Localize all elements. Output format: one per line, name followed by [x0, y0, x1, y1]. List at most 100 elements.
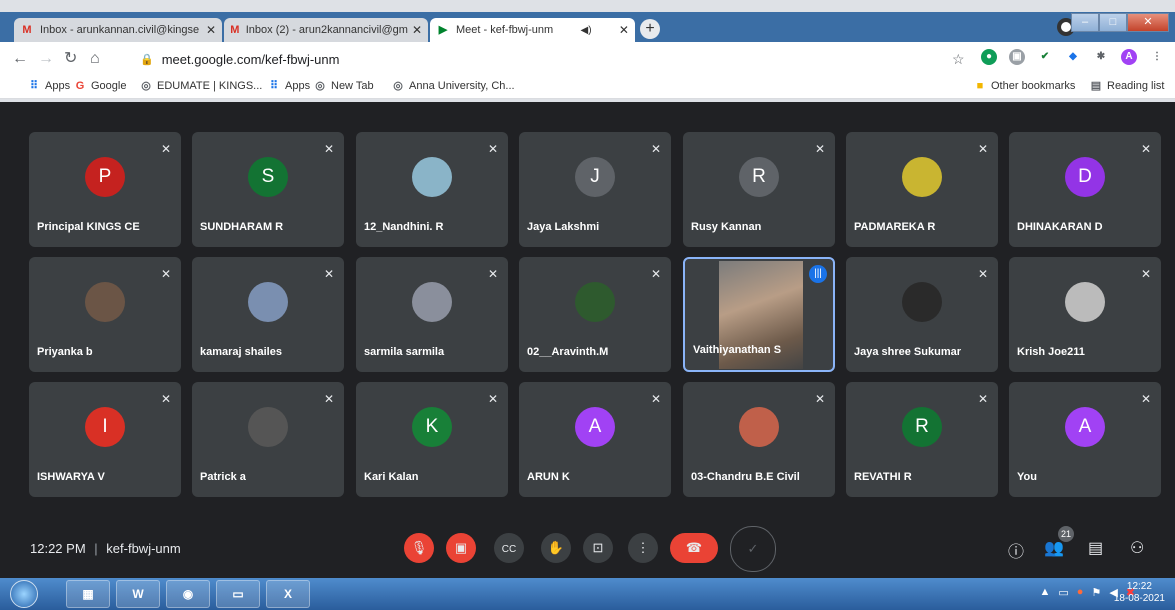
- flag-icon[interactable]: ⚑: [1091, 586, 1101, 599]
- avatar: K: [412, 407, 452, 447]
- chrome-icon: ◉: [182, 587, 194, 601]
- taskbar-clock[interactable]: 12:22 18-08-2021: [1114, 581, 1165, 605]
- audio-icon[interactable]: ◀): [577, 25, 592, 36]
- bookmark-apps[interactable]: ⠿ Apps: [28, 80, 70, 92]
- tab-meet[interactable]: ▶ Meet - kef-fbwj-unm ◀) ✕: [430, 18, 635, 42]
- participant-tile[interactable]: ✕ Krish Joe211: [1009, 257, 1161, 372]
- meet-icon: ▶: [438, 23, 448, 36]
- bookmark-new-tab[interactable]: ◎ New Tab: [314, 80, 373, 92]
- captions-button[interactable]: CC: [494, 533, 524, 563]
- puzzle-icon[interactable]: ✱: [1093, 49, 1109, 65]
- extension-icon[interactable]: ▣: [1009, 49, 1025, 65]
- participant-tile[interactable]: ✕ Jaya shree Sukumar: [846, 257, 998, 372]
- folder-icon: ▦: [82, 587, 94, 601]
- excel-taskbar-button[interactable]: X: [266, 580, 310, 608]
- participant-tile[interactable]: ✕ A ARUN K: [519, 382, 671, 497]
- bookmark-star-icon[interactable]: ☆: [952, 51, 965, 67]
- participant-tile[interactable]: ✕ 02__Aravinth.M: [519, 257, 671, 372]
- meeting-code: kef-fbwj-unm: [106, 541, 181, 556]
- participant-tile[interactable]: ✕ S SUNDHARAM R: [192, 132, 344, 247]
- participant-tile[interactable]: ✕ K Kari Kalan: [356, 382, 508, 497]
- extension-icon[interactable]: ◆: [1065, 49, 1081, 65]
- menu-icon[interactable]: ⋮: [1149, 49, 1165, 65]
- present-button[interactable]: ⊡: [583, 533, 613, 563]
- avatar: [412, 282, 452, 322]
- leave-call-button[interactable]: ☎: [670, 533, 718, 563]
- globe-icon: ◎: [141, 80, 151, 92]
- close-icon[interactable]: ✕: [615, 23, 629, 37]
- new-tab-button[interactable]: +: [640, 19, 660, 39]
- participant-tile[interactable]: ||| Vaithiyanathan S: [683, 257, 835, 372]
- participant-tile[interactable]: ✕ A You: [1009, 382, 1161, 497]
- info-icon[interactable]: ⓘ: [1008, 538, 1024, 562]
- globe-icon: ◎: [393, 80, 403, 92]
- participant-tile[interactable]: ✕ 12_Nandhini. R: [356, 132, 508, 247]
- participant-tile[interactable]: ✕ J Jaya Lakshmi: [519, 132, 671, 247]
- participant-tile[interactable]: ✕ P Principal KINGS CE: [29, 132, 181, 247]
- bookmark-apps-2[interactable]: ⠿ Apps: [268, 80, 310, 92]
- reading-list[interactable]: ▤ Reading list: [1090, 80, 1165, 92]
- antivirus-icon[interactable]: ●: [1077, 586, 1084, 599]
- participant-tile[interactable]: ✕ PADMAREKA R: [846, 132, 998, 247]
- chat-icon[interactable]: ▤: [1088, 538, 1103, 558]
- back-button[interactable]: ←: [12, 51, 28, 67]
- people-icon[interactable]: 👥: [1044, 538, 1064, 558]
- participant-tile[interactable]: ✕ 03-Chandru B.E Civil: [683, 382, 835, 497]
- chrome-taskbar-button[interactable]: ◉: [166, 580, 210, 608]
- globe-icon: ◎: [315, 80, 325, 92]
- participant-tile[interactable]: ✕ Patrick a: [192, 382, 344, 497]
- extension-icon[interactable]: ●: [981, 49, 997, 65]
- forward-button[interactable]: →: [38, 51, 54, 67]
- close-icon[interactable]: ✕: [202, 23, 216, 37]
- mic-off-icon: ✕: [1140, 392, 1151, 406]
- close-icon[interactable]: ✕: [408, 23, 422, 37]
- mic-off-icon: ✕: [650, 267, 661, 281]
- avatar[interactable]: A: [1121, 49, 1137, 65]
- participant-tile[interactable]: ✕ sarmila sarmila: [356, 257, 508, 372]
- reload-button[interactable]: ↻: [64, 51, 77, 67]
- participant-name: DHINAKARAN D: [1017, 221, 1103, 233]
- camera-toggle-button[interactable]: ▣: [446, 533, 476, 563]
- tab-inbox-kingse[interactable]: M Inbox - arunkannan.civil@kingse ✕: [14, 18, 222, 42]
- bookmark-anna-university[interactable]: ◎ Anna University, Ch...: [392, 80, 514, 92]
- participant-tile[interactable]: ✕ Priyanka b: [29, 257, 181, 372]
- bookmark-edumate[interactable]: ◎ EDUMATE | KINGS...: [140, 80, 262, 92]
- microphone-toggle-button[interactable]: 🎙: [404, 533, 434, 563]
- minimize-button[interactable]: –: [1071, 13, 1099, 32]
- captions-icon: CC: [501, 544, 517, 555]
- mic-off-icon: ✕: [323, 142, 334, 156]
- address-bar[interactable]: 🔒 meet.google.com/kef-fbwj-unm: [140, 47, 980, 71]
- explorer-taskbar-button[interactable]: ▦: [66, 580, 110, 608]
- avatar: A: [1065, 407, 1105, 447]
- participant-tile[interactable]: ✕ R Rusy Kannan: [683, 132, 835, 247]
- extension-check-button[interactable]: ✓: [730, 526, 776, 572]
- app-taskbar-button[interactable]: ▭: [216, 580, 260, 608]
- raise-hand-button[interactable]: ✋: [541, 533, 571, 563]
- bookmark-google[interactable]: G Google: [74, 80, 127, 92]
- participant-name: SUNDHARAM R: [200, 221, 284, 233]
- word-taskbar-button[interactable]: W: [116, 580, 160, 608]
- participant-tile[interactable]: ✕ kamaraj shailes: [192, 257, 344, 372]
- network-icon[interactable]: ▲: [1039, 586, 1050, 599]
- monitor-icon[interactable]: ▭: [1058, 586, 1068, 599]
- participant-count-badge: 21: [1058, 526, 1074, 542]
- close-window-button[interactable]: ✕: [1127, 13, 1169, 32]
- tab-inbox-gmail[interactable]: M Inbox (2) - arun2kannancivil@gm ✕: [224, 18, 428, 42]
- other-bookmarks[interactable]: ■ Other bookmarks: [974, 80, 1076, 92]
- hand-icon: ✋: [547, 540, 565, 555]
- participant-tile[interactable]: ✕ D DHINAKARAN D: [1009, 132, 1161, 247]
- window-controls: – □ ✕: [1071, 13, 1169, 32]
- speaking-indicator-icon: |||: [809, 265, 827, 283]
- activities-icon[interactable]: ⚇: [1130, 538, 1144, 558]
- participant-tile[interactable]: ✕ R REVATHI R: [846, 382, 998, 497]
- avatar: P: [85, 157, 125, 197]
- participant-name: Kari Kalan: [364, 471, 419, 483]
- avatar: [739, 407, 779, 447]
- more-options-button[interactable]: ⋮: [628, 533, 658, 563]
- home-button[interactable]: ⌂: [90, 51, 100, 67]
- participant-tile[interactable]: ✕ I ISHWARYA V: [29, 382, 181, 497]
- participant-name: sarmila sarmila: [364, 346, 445, 358]
- start-button[interactable]: [10, 580, 38, 608]
- maximize-button[interactable]: □: [1099, 13, 1127, 32]
- check-extension-icon[interactable]: ✔: [1037, 49, 1053, 65]
